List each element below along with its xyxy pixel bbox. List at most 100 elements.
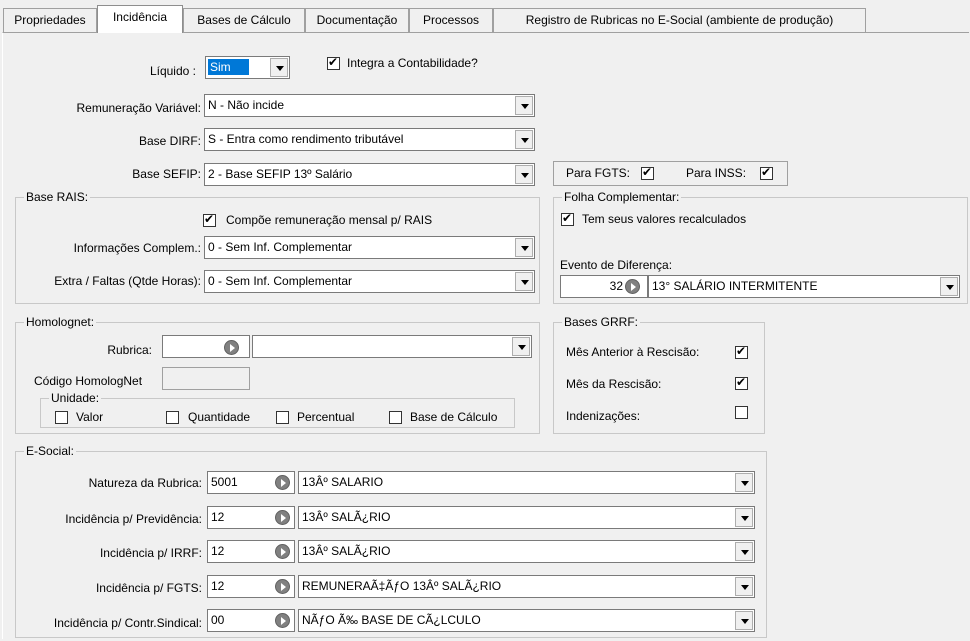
chevron-down-icon[interactable] [735,473,753,492]
chevron-down-icon[interactable] [735,577,753,596]
contr-sindical-desc-value: NÃƒO Ã‰ BASE DE CÃ¿LCULO [302,613,481,627]
para-fgts-label: Para FGTS: [566,166,631,180]
base-dirf-select[interactable]: S - Entra como rendimento tributável [204,128,535,151]
valor-label: Valor [76,410,104,424]
chevron-down-icon[interactable] [515,238,533,257]
base-dirf-label: Base DIRF: [138,134,201,148]
tab-documentacao[interactable]: Documentação [305,8,409,32]
chevron-down-icon[interactable] [940,277,958,296]
tab-registro-rubricas[interactable]: Registro de Rubricas no E-Social (ambien… [493,8,866,32]
chevron-down-icon[interactable] [512,337,530,356]
chevron-down-icon[interactable] [270,58,288,77]
evento-desc-select[interactable]: 13° SALÁRIO INTERMITENTE [648,275,960,298]
previdencia-desc-value: 13Âº SALÃ¿RIO [302,510,391,524]
chevron-down-icon[interactable] [515,96,533,115]
chevron-down-icon[interactable] [735,542,753,561]
liquido-value: Sim [208,59,249,75]
para-fgts-checkbox[interactable] [641,165,654,180]
para-inss-label: Para INSS: [686,166,747,180]
remuneracao-variavel-label: Remuneração Variável: [76,101,201,115]
base-sefip-select[interactable]: 2 - Base SEFIP 13º Salário [204,163,535,186]
mes-rescisao-checkbox[interactable] [735,375,748,390]
remuneracao-variavel-value: N - Não incide [208,98,285,112]
tab-incidencia[interactable]: Incidência [97,5,183,33]
tab-processos[interactable]: Processos [409,8,493,32]
lookup-icon[interactable] [275,475,290,490]
mes-anterior-label: Mês Anterior à Rescisão: [566,345,700,359]
evento-code-value: 32 [609,279,623,293]
extra-faltas-label: Extra / Faltas (Qtde Horas): [54,274,201,288]
previdencia-desc-select[interactable]: 13Âº SALÃ¿RIO [298,506,755,529]
lookup-icon[interactable] [224,340,239,355]
incidencia-irrf-label: Incidência p/ IRRF: [99,546,202,560]
quantidade-checkbox[interactable] [166,411,179,424]
tab-propriedades[interactable]: Propriedades [3,8,97,32]
chevron-down-icon[interactable] [515,165,533,184]
percentual-checkbox[interactable] [276,411,289,424]
informacoes-complem-select[interactable]: 0 - Sem Inf. Complementar [204,236,535,259]
incidencia-previdencia-label: Incidência p/ Previdência: [65,512,202,526]
irrf-desc-select[interactable]: 13Âº SALÃ¿RIO [298,540,755,563]
previdencia-code-value: 12 [211,510,225,524]
fgts-desc-value: REMUNERAÃ‡ÃƒO 13Âº SALÃ¿RIO [302,579,502,593]
informacoes-complem-value: 0 - Sem Inf. Complementar [208,240,353,254]
liquido-label: Líquido : [149,64,196,78]
incidencia-contr-sindical-label: Incidência p/ Contr.Sindical: [53,616,202,630]
rubrica-desc-select[interactable] [252,335,532,358]
tab-strip: Propriedades Incidência Bases de Cálculo… [0,0,970,36]
extra-faltas-value: 0 - Sem Inf. Complementar [208,274,353,288]
irrf-desc-value: 13Âº SALÃ¿RIO [302,544,391,558]
homolognet-title: Homolognet: [24,315,97,329]
lookup-icon[interactable] [275,579,290,594]
para-inss-checkbox[interactable] [760,165,773,180]
base-sefip-label: Base SEFIP: [132,167,201,181]
lookup-icon[interactable] [275,613,290,628]
lookup-icon[interactable] [275,544,290,559]
liquido-select[interactable]: Sim [205,56,290,79]
base-calculo-label: Base de Cálculo [410,410,498,424]
extra-faltas-select[interactable]: 0 - Sem Inf. Complementar [204,270,535,293]
compoe-rais-checkbox[interactable] [203,212,216,227]
integra-contabilidade-label: Integra a Contabilidade? [347,56,478,70]
natureza-desc-select[interactable]: 13Âº SALARIO [298,471,755,494]
codigo-homolognet-field[interactable] [162,367,250,390]
fgts-desc-select[interactable]: REMUNERAÃ‡ÃƒO 13Âº SALÃ¿RIO [298,575,755,598]
tab-bases-de-calculo[interactable]: Bases de Cálculo [183,8,305,32]
lookup-icon[interactable] [275,510,290,525]
recalculados-checkbox[interactable] [561,211,574,226]
chevron-down-icon[interactable] [515,130,533,149]
base-calculo-checkbox[interactable] [389,411,402,424]
chevron-down-icon[interactable] [735,611,753,630]
lookup-icon[interactable] [625,279,640,294]
irrf-code-value: 12 [211,544,225,558]
integra-contabilidade-checkbox[interactable] [327,55,340,70]
quantidade-label: Quantidade [188,410,251,424]
codigo-homolognet-label: Código HomologNet [34,374,143,388]
valor-checkbox[interactable] [55,411,68,424]
fgts-code-value: 12 [211,579,225,593]
indenizacoes-label: Indenizações: [566,409,641,423]
mes-anterior-checkbox[interactable] [735,344,748,359]
base-dirf-value: S - Entra como rendimento tributável [208,132,404,146]
natureza-desc-value: 13Âº SALARIO [302,475,384,489]
natureza-rubrica-label: Natureza da Rubrica: [88,476,202,490]
base-rais-title: Base RAIS: [24,190,91,204]
bases-grrf-title: Bases GRRF: [562,315,641,329]
chevron-down-icon[interactable] [515,272,533,291]
chevron-down-icon[interactable] [735,508,753,527]
indenizacoes-checkbox[interactable] [735,406,748,419]
esocial-title: E-Social: [24,444,77,458]
unidade-title: Unidade: [49,391,102,405]
remuneracao-variavel-select[interactable]: N - Não incide [204,94,535,117]
mes-rescisao-label: Mês da Rescisão: [566,377,662,391]
compoe-rais-label: Compõe remuneração mensal p/ RAIS [226,213,433,227]
natureza-code-value: 5001 [211,475,238,489]
recalculados-label: Tem seus valores recalculados [582,212,747,226]
evento-desc-value: 13° SALÁRIO INTERMITENTE [652,279,818,293]
folha-complementar-title: Folha Complementar: [562,190,682,204]
percentual-label: Percentual [297,410,355,424]
base-sefip-value: 2 - Base SEFIP 13º Salário [208,167,353,181]
evento-diferenca-label: Evento de Diferença: [560,258,673,272]
contr-sindical-code-value: 00 [211,613,225,627]
contr-sindical-desc-select[interactable]: NÃƒO Ã‰ BASE DE CÃ¿LCULO [298,609,755,632]
